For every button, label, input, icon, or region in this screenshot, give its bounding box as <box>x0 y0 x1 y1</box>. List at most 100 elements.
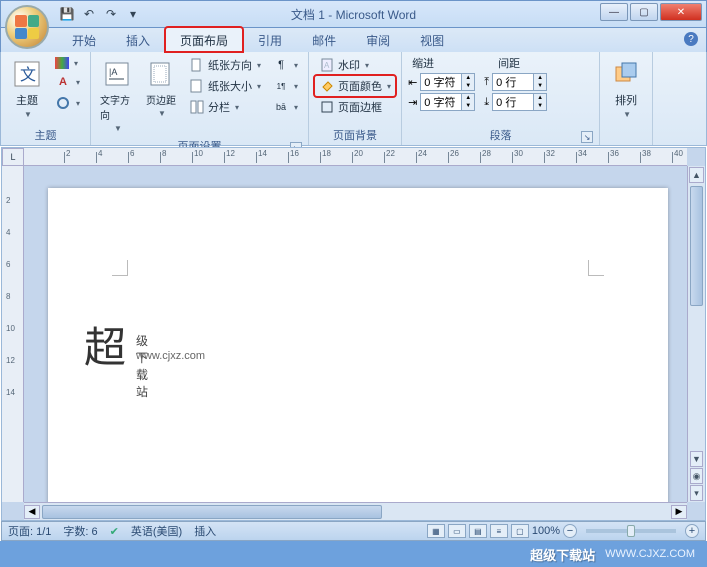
view-draft[interactable]: ▢ <box>511 524 529 538</box>
horizontal-scrollbar[interactable]: ◀ ▶ <box>24 502 687 520</box>
hyphenation-button[interactable]: bā▾ <box>269 97 302 117</box>
page-borders-button[interactable]: 页面边框 <box>315 97 395 117</box>
status-mode[interactable]: 插入 <box>194 523 216 539</box>
quick-access-toolbar: 💾 ↶ ↷ ▾ <box>57 4 143 24</box>
ruler-corner[interactable]: L <box>2 148 24 166</box>
office-button[interactable] <box>5 5 49 49</box>
scroll-left-button[interactable]: ◀ <box>24 505 40 519</box>
text-direction-label: 文字方向 <box>100 92 134 122</box>
spin-up[interactable]: ▲ <box>534 74 546 82</box>
themes-label: 主题 <box>16 92 38 108</box>
save-button[interactable]: 💾 <box>57 4 77 24</box>
view-web-layout[interactable]: ▤ <box>469 524 487 538</box>
space-before-spinner[interactable]: ▲▼ <box>492 73 547 91</box>
paragraph-launcher[interactable]: ↘ <box>581 131 593 143</box>
svg-text:文: 文 <box>20 66 36 84</box>
tab-page-layout[interactable]: 页面布局 <box>165 27 243 52</box>
tab-home[interactable]: 开始 <box>57 27 111 52</box>
tab-view[interactable]: 视图 <box>405 27 459 52</box>
tab-insert[interactable]: 插入 <box>111 27 165 52</box>
themes-button[interactable]: 文 主题 ▼ <box>7 55 47 122</box>
site-watermark-banner: 超级下载站 WWW.CJXZ.COM <box>0 541 707 567</box>
scroll-down-button[interactable]: ▼ <box>690 451 703 467</box>
minimize-button[interactable]: — <box>600 3 628 21</box>
spin-up[interactable]: ▲ <box>462 74 474 82</box>
text-direction-button[interactable]: |A 文字方向▼ <box>97 55 137 136</box>
undo-button[interactable]: ↶ <box>79 4 99 24</box>
zoom-slider[interactable] <box>586 529 676 533</box>
scroll-right-button[interactable]: ▶ <box>671 505 687 519</box>
indent-left-spinner[interactable]: ▲▼ <box>420 73 475 91</box>
colors-icon <box>55 57 69 69</box>
space-before-icon: ⤒ <box>484 76 489 89</box>
orientation-button[interactable]: 纸张方向▾ <box>185 55 265 75</box>
spin-down[interactable]: ▼ <box>462 102 474 110</box>
qat-customize-button[interactable]: ▾ <box>123 4 143 24</box>
vertical-ruler[interactable]: 2468101214 <box>2 166 24 502</box>
view-print-layout[interactable]: ▦ <box>427 524 445 538</box>
tab-mailings[interactable]: 邮件 <box>297 27 351 52</box>
spin-up[interactable]: ▲ <box>534 94 546 102</box>
spin-down[interactable]: ▼ <box>534 82 546 90</box>
scroll-up-button[interactable]: ▲ <box>689 167 704 183</box>
scroll-thumb-v[interactable] <box>690 186 703 306</box>
zoom-out-button[interactable]: − <box>563 524 577 538</box>
breaks-icon: ¶ <box>273 57 289 73</box>
watermark-icon: A <box>319 57 335 73</box>
status-language[interactable]: 英语(美国) <box>131 523 182 539</box>
chevron-down-icon: ▼ <box>22 110 32 119</box>
spin-down[interactable]: ▼ <box>534 102 546 110</box>
close-button[interactable]: ✕ <box>660 3 702 21</box>
columns-button[interactable]: 分栏▾ <box>185 97 265 117</box>
theme-effects-button[interactable]: ▾ <box>51 93 84 113</box>
watermark-button[interactable]: A水印▾ <box>315 55 395 75</box>
margins-button[interactable]: 页边距▼ <box>141 55 181 121</box>
status-words[interactable]: 字数: 6 <box>63 523 97 539</box>
text-direction-icon: |A <box>101 58 133 90</box>
office-logo-icon <box>15 15 39 39</box>
vertical-scrollbar[interactable]: ▲ ▼ ◉ ▾ <box>687 166 705 502</box>
svg-text:A: A <box>324 61 330 70</box>
line-numbers-button[interactable]: 1¶▾ <box>269 76 302 96</box>
fonts-icon: A <box>55 74 71 90</box>
status-page[interactable]: 页面: 1/1 <box>8 523 51 539</box>
arrange-button[interactable]: 排列▼ <box>606 55 646 122</box>
page-color-button[interactable]: 页面颜色▾ <box>315 76 395 96</box>
window-title: 文档 1 - Microsoft Word <box>291 6 416 23</box>
prev-page-button[interactable]: ◉ <box>690 468 703 484</box>
horizontal-ruler[interactable]: 246810121416182022242628303234363840 <box>24 148 687 166</box>
banner-url: WWW.CJXZ.COM <box>605 548 695 560</box>
document-viewport[interactable]: 超 级下载站 www.cjxz.com <box>24 166 687 502</box>
view-outline[interactable]: ≡ <box>490 524 508 538</box>
redo-button[interactable]: ↷ <box>101 4 121 24</box>
help-icon[interactable]: ? <box>684 32 698 46</box>
space-after-input[interactable] <box>493 96 533 108</box>
tab-references[interactable]: 引用 <box>243 27 297 52</box>
breaks-button[interactable]: ¶▾ <box>269 55 302 75</box>
group-label-paragraph: 段落↘ <box>408 125 593 145</box>
zoom-knob[interactable] <box>627 525 635 537</box>
indent-left-input[interactable] <box>421 76 461 88</box>
theme-colors-button[interactable]: ▾ <box>51 55 84 71</box>
zoom-level[interactable]: 100% <box>532 525 560 537</box>
hyphenation-icon: bā <box>273 99 289 115</box>
spin-down[interactable]: ▼ <box>462 82 474 90</box>
indent-right-input[interactable] <box>421 96 461 108</box>
theme-fonts-button[interactable]: A▾ <box>51 72 84 92</box>
maximize-button[interactable]: ▢ <box>630 3 658 21</box>
group-paragraph: 缩进 间距 ⇤ ▲▼ ⤒ ▲▼ ⇥ ▲▼ ⤓ ▲▼ 段落↘ <box>402 52 600 145</box>
space-before-input[interactable] <box>493 76 533 88</box>
scroll-thumb-h[interactable] <box>42 505 382 519</box>
next-page-button[interactable]: ▾ <box>690 485 703 501</box>
spin-up[interactable]: ▲ <box>462 94 474 102</box>
document-page[interactable]: 超 级下载站 www.cjxz.com <box>48 188 668 502</box>
zoom-in-button[interactable]: + <box>685 524 699 538</box>
view-full-reading[interactable]: ▭ <box>448 524 466 538</box>
ribbon: 文 主题 ▼ ▾ A▾ ▾ 主题 |A 文字方向▼ 页边距▼ <box>0 52 707 146</box>
statusbar: 页面: 1/1 字数: 6 ✔ 英语(美国) 插入 ▦ ▭ ▤ ≡ ▢ 100%… <box>1 521 706 541</box>
size-button[interactable]: 纸张大小▾ <box>185 76 265 96</box>
space-after-spinner[interactable]: ▲▼ <box>492 93 547 111</box>
proofing-icon[interactable]: ✔ <box>110 525 119 538</box>
indent-right-spinner[interactable]: ▲▼ <box>420 93 475 111</box>
tab-review[interactable]: 审阅 <box>351 27 405 52</box>
